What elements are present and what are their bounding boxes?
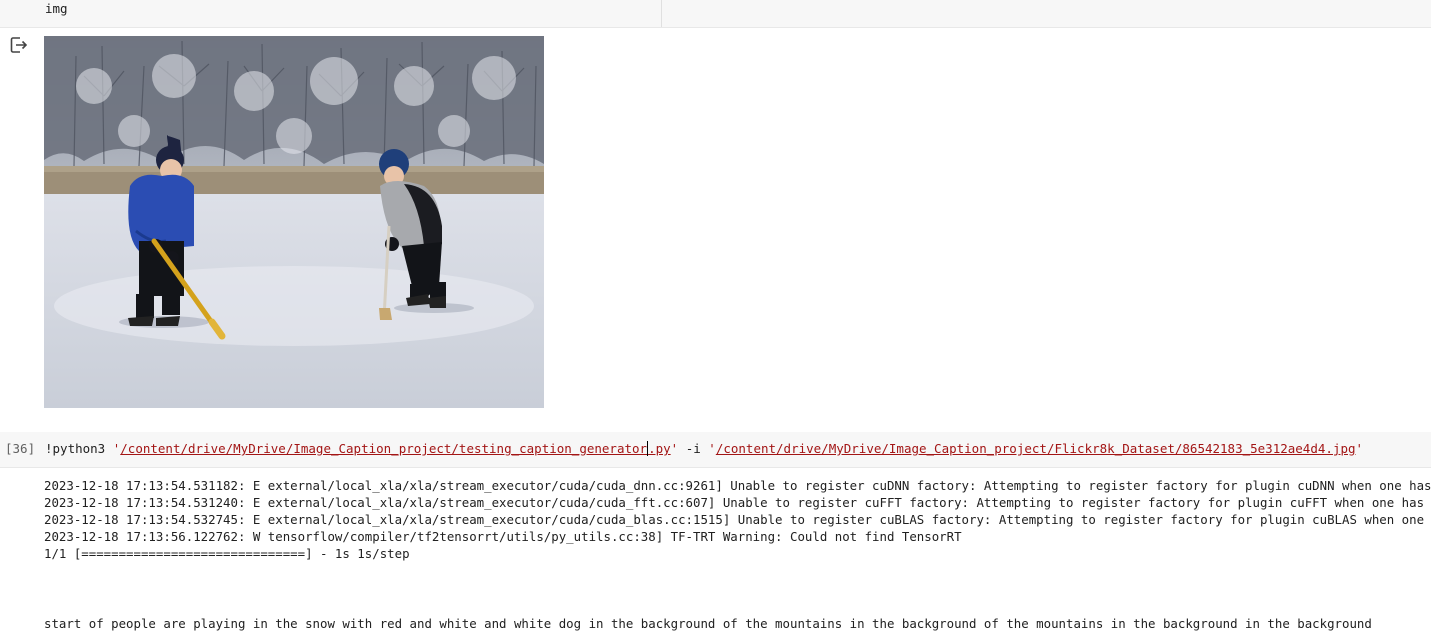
image-path[interactable]: /content/drive/MyDrive/Image_Caption_pro… — [716, 441, 1356, 456]
output-redirect-icon[interactable] — [9, 35, 29, 55]
command-line[interactable]: !python3 '/content/drive/MyDrive/Image_C… — [45, 441, 1363, 456]
log-line: 2023-12-18 17:13:56.122762: W tensorflow… — [44, 529, 962, 544]
output-image-hockey-kids — [44, 36, 544, 408]
progress-line: 1/1 [==============================] - 1… — [44, 546, 410, 561]
command-option: -i — [678, 441, 709, 456]
script-path[interactable]: /content/drive/MyDrive/Image_Caption_pro… — [120, 441, 671, 456]
command-prefix: !python3 — [45, 441, 113, 456]
quote-open-2: ' — [708, 441, 716, 456]
log-line: 2023-12-18 17:13:54.532745: E external/l… — [44, 512, 1425, 527]
execution-count: [36] — [5, 441, 36, 456]
code-text[interactable]: img — [45, 1, 68, 17]
script-path-part1: /content/drive/MyDrive/Image_Caption_pro… — [120, 441, 648, 456]
cell-divider — [661, 0, 662, 27]
log-output: 2023-12-18 17:13:54.531182: E external/l… — [44, 477, 1431, 562]
log-line: 2023-12-18 17:13:54.531240: E external/l… — [44, 495, 1425, 510]
generated-caption: start of people are playing in the snow … — [44, 616, 1372, 631]
log-line: 2023-12-18 17:13:54.531182: E external/l… — [44, 478, 1431, 493]
code-cell-img[interactable]: img — [0, 0, 1431, 28]
script-path-part2: .py — [648, 441, 671, 456]
code-cell-run-script[interactable]: [36] !python3 '/content/drive/MyDrive/Im… — [0, 432, 1431, 468]
quote-close-2: ' — [1355, 441, 1364, 456]
